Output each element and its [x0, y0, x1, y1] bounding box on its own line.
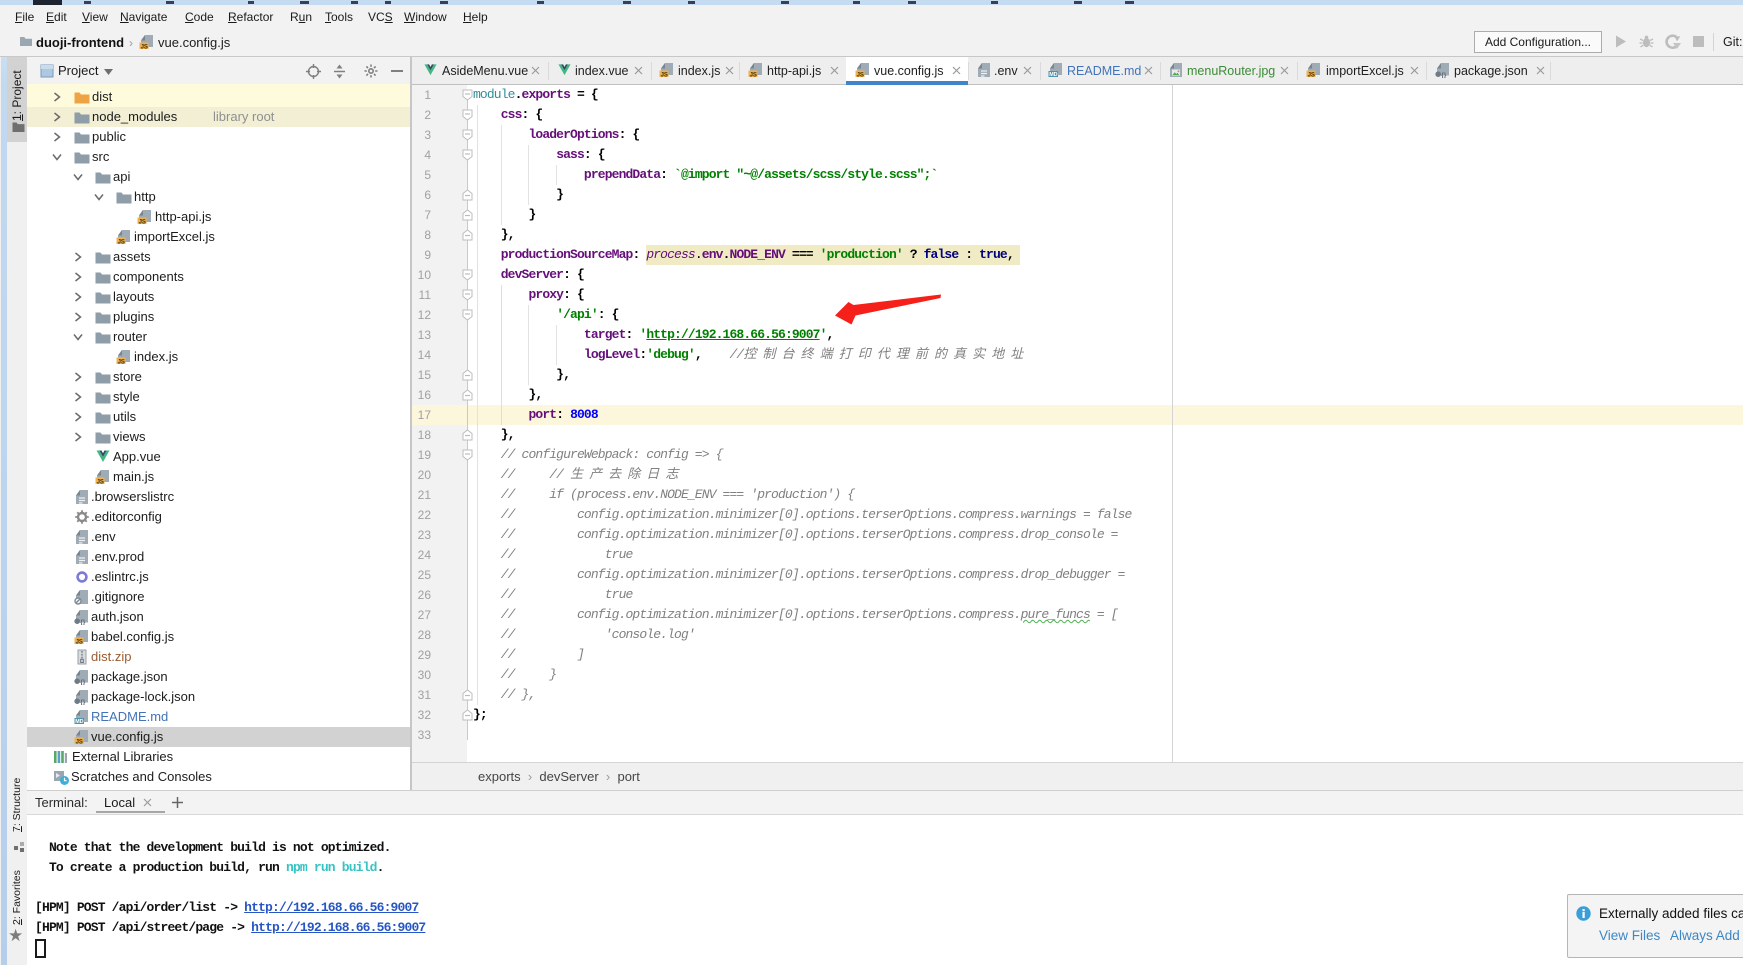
svg-text:JS: JS [118, 359, 125, 365]
svg-text:{}: {} [80, 699, 86, 705]
svg-text:JS: JS [97, 479, 104, 485]
svg-text:{}: {} [80, 619, 86, 625]
svg-text:JS: JS [76, 639, 83, 645]
svg-text:JS: JS [118, 239, 125, 245]
svg-text:JS: JS [1308, 72, 1315, 78]
svg-text:JS: JS [139, 219, 146, 225]
svg-text:MD: MD [75, 719, 83, 725]
svg-text:JS: JS [76, 739, 83, 745]
svg-text:{}: {} [80, 679, 86, 685]
svg-text:JS: JS [661, 72, 668, 78]
svg-text:MD: MD [1049, 72, 1057, 78]
svg-text:JS: JS [857, 72, 864, 78]
svg-text:JS: JS [750, 72, 757, 78]
svg-text:JS: JS [141, 44, 148, 50]
svg-text:{}: {} [1441, 72, 1447, 78]
